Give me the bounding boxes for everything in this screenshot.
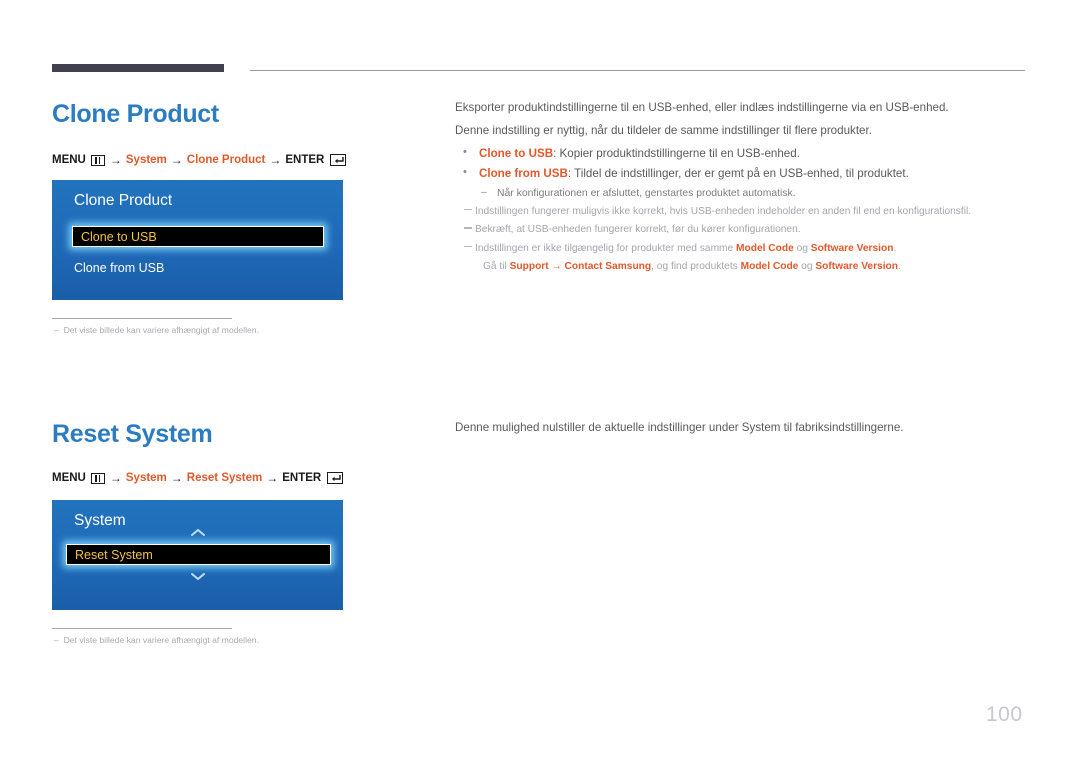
note-term-model-code-2: Model Code [740,261,799,273]
enter-icon [327,472,344,484]
footnote-dash: – [54,635,64,645]
bullet-text: : Tildel de indstillinger, der er gemt p… [567,167,909,181]
header-divider-rule [250,70,1025,71]
menu-path-step-system: System [125,472,167,484]
menu-path-step-clone-product: Clone Product [186,154,266,166]
paragraph: Eksporter produktindstillingerne til en … [455,101,949,114]
osd-item-clone-to-usb[interactable]: Clone to USB [72,226,324,247]
osd-title-clone-product: Clone Product [74,192,173,209]
note-usb-confirm: Bekræft, at USB-enheden fungerer korrekt… [455,222,1025,239]
menu-path-arrow-2: → [170,153,183,167]
footnote-text: – Det viste billede kan variere afhængig… [52,325,259,335]
osd-item-reset-system[interactable]: Reset System [66,544,331,565]
paragraph: Denne mulighed nulstiller de aktuelle in… [455,421,904,434]
footnote-text: – Det viste billede kan variere afhængig… [52,635,259,645]
bullet-item-clone-from-usb: Clone from USB: Tildel de indstillinger,… [455,165,1025,184]
footnote-dash: – [54,325,64,335]
note-prefix: Indstillingen er ikke tilgængelig for pr… [475,242,737,254]
note-suffix: . [893,242,897,254]
enter-icon [330,154,347,166]
paragraph: Denne indstilling er nyttig, når du tild… [455,123,872,137]
chevron-up-icon[interactable] [52,528,343,537]
menu-path-arrow-3: → [269,153,282,167]
note-term-software-version: Software Version [810,242,894,254]
menu-icon [90,472,105,484]
note-sub-mid-2: og [798,261,816,273]
menu-path-enter-label: ENTER [282,472,322,484]
note-term-support: Support [509,261,549,273]
footnote-clone-product: – Det viste billede kan variere afhængig… [52,318,259,335]
osd-item-label: Reset System [75,547,153,562]
footnote-reset-system: – Det viste billede kan variere afhængig… [52,628,259,645]
menu-path-step-system: System [125,154,167,166]
note-sub-prefix: Gå til [483,261,510,273]
header-accent-bar [52,64,224,72]
note-term-model-code: Model Code [736,242,794,254]
enter-arrow-glyph [335,157,345,164]
enter-arrow-glyph [332,475,341,482]
chevron-down-icon[interactable] [52,572,343,581]
menu-path-clone-product: MENU → System → Clone Product → ENTER [52,153,347,167]
osd-panel-system: System Reset System [52,500,343,610]
note-model-code: Indstillingen er ikke tilgængelig for pr… [455,241,1025,258]
menu-path-enter-label: ENTER [285,154,325,166]
note-support-path: Gå til Support → Contact Samsung, og fin… [455,259,1025,276]
menu-path-reset-system: MENU → System → Reset System → ENTER [52,471,344,485]
sub-note-restart: Når konfigurationen er afsluttet, gensta… [455,185,1025,203]
osd-item-label: Clone from USB [74,261,165,275]
note-term-software-version-2: Software Version [815,261,899,273]
menu-path-menu-label: MENU [52,472,86,484]
bullet-item-clone-to-usb: Clone to USB: Kopier produktindstillinge… [455,144,1025,164]
chevron-up-glyph [190,529,205,536]
note-sub-arrow: → [548,261,565,273]
note-usb-file: Indstillingen fungerer muligvis ikke kor… [455,204,1025,221]
note-sub-suffix: . [898,261,901,273]
note-mid: og [793,242,811,254]
note-sub-mid: , og find produktets [651,261,741,273]
menu-path-step-reset-system: Reset System [186,472,263,484]
osd-item-label: Clone to USB [81,229,157,244]
bullet-term: Clone from USB [479,167,568,181]
menu-path-arrow-3: → [266,471,279,485]
menu-path-arrow-1: → [109,471,122,485]
footnote-label: Det viste billede kan variere afhængigt … [63,635,259,645]
menu-path-menu-label: MENU [52,154,86,166]
bullet-term: Clone to USB [479,146,554,160]
osd-item-clone-from-usb[interactable]: Clone from USB [74,259,164,277]
page-title-reset-system: Reset System [52,420,213,448]
chevron-down-glyph [190,573,205,580]
page-title-clone-product: Clone Product [52,100,219,128]
menu-icon [90,154,105,166]
footnote-rule [52,628,232,629]
note-term-contact-samsung: Contact Samsung [564,261,652,273]
menu-path-arrow-2: → [170,471,183,485]
menu-path-arrow-1: → [109,153,122,167]
page-number: 100 [986,703,1023,726]
body-clone-product: Eksporter produktindstillingerne til en … [455,99,1025,276]
footnote-rule [52,318,232,319]
body-reset-system: Denne mulighed nulstiller de aktuelle in… [455,419,1025,442]
osd-panel-clone-product: Clone Product Clone to USB Clone from US… [52,180,343,300]
footnote-label: Det viste billede kan variere afhængigt … [63,325,259,335]
bullet-text: : Kopier produktindstillingerne til en U… [553,146,800,160]
